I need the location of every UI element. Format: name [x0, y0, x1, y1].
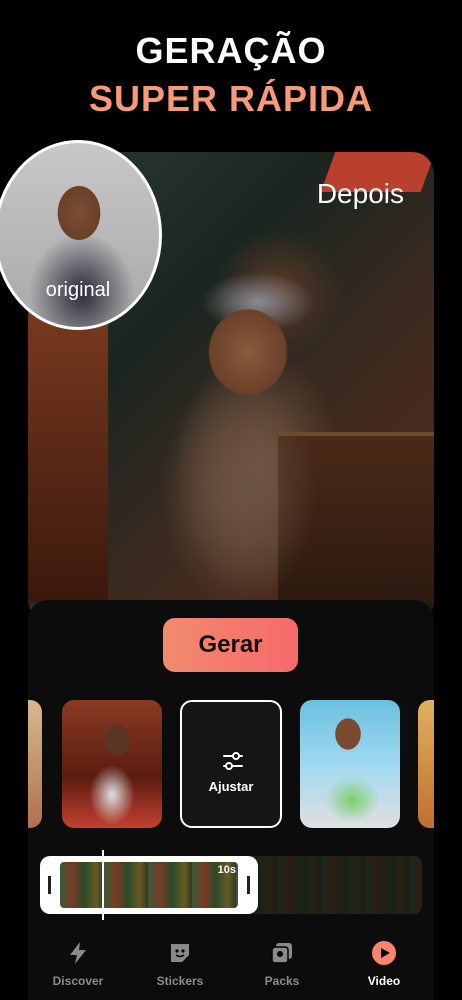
trim-handle-left[interactable]: [48, 876, 51, 894]
lightning-icon: [70, 942, 86, 964]
tab-discover[interactable]: Discover: [28, 940, 128, 988]
video-timeline[interactable]: 10s: [40, 850, 422, 920]
tab-label: Discover: [52, 974, 104, 988]
tab-video[interactable]: Video: [334, 940, 434, 988]
after-label: Depois: [316, 178, 404, 209]
headline-line1: GERAÇÃO: [135, 30, 327, 71]
tab-stickers[interactable]: Stickers: [130, 940, 230, 988]
adjust-label: Ajustar: [208, 779, 254, 794]
generate-button[interactable]: Gerar: [163, 618, 298, 672]
adjust-button[interactable]: Ajustar: [180, 700, 282, 828]
style-thumbnail[interactable]: [418, 700, 434, 828]
tab-label: Packs: [264, 974, 300, 988]
play-icon: [372, 941, 396, 965]
style-thumbnail[interactable]: [300, 700, 400, 828]
original-image: original: [0, 140, 162, 330]
tab-bar: Discover Stickers Packs Video: [28, 930, 434, 1000]
timeline-selection[interactable]: 10s: [40, 856, 258, 914]
tab-packs[interactable]: Packs: [232, 940, 332, 988]
sticker-icon: [171, 944, 189, 962]
headline-line2: SUPER RÁPIDA: [88, 78, 374, 119]
playhead[interactable]: [102, 850, 104, 920]
tab-label: Stickers: [156, 974, 204, 988]
tab-label: Video: [367, 974, 401, 988]
style-thumbnail[interactable]: [28, 700, 42, 828]
packs-icon: [271, 943, 292, 964]
sliders-icon: [223, 752, 243, 770]
style-thumbnail[interactable]: [62, 700, 162, 828]
trim-handle-right[interactable]: [247, 876, 250, 894]
original-label: original: [45, 279, 111, 301]
duration-label: 10s: [217, 864, 236, 876]
